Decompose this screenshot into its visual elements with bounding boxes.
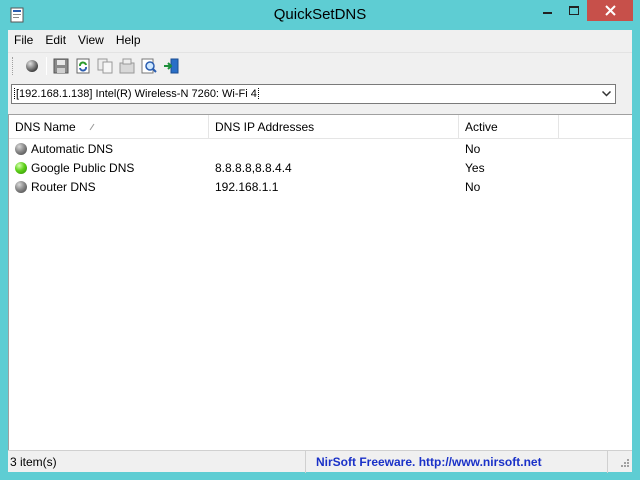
list-item[interactable]: Automatic DNS No [9, 140, 632, 159]
exit-button[interactable] [160, 55, 182, 77]
dropdown-button[interactable] [598, 85, 615, 103]
menu-bar: File Edit View Help [8, 30, 632, 50]
status-inactive-icon [15, 143, 27, 155]
dns-active: No [465, 180, 481, 194]
item-count: 3 item(s) [8, 451, 306, 473]
dns-name: Automatic DNS [31, 142, 114, 156]
app-window: QuickSetDNS File Edit View Help [192.168… [0, 0, 640, 480]
menu-edit[interactable]: Edit [39, 30, 72, 50]
adapter-label: [192.168.1.138] Intel(R) Wireless-N 7260… [14, 88, 259, 100]
list-header: DNS Name DNS IP Addresses Active [9, 115, 632, 139]
exit-icon [164, 58, 179, 73]
refresh-button[interactable] [72, 55, 94, 77]
toolbar [8, 52, 632, 78]
save-button[interactable] [50, 55, 72, 77]
client-area: File Edit View Help [192.168.1.138] Inte… [8, 30, 632, 473]
dns-active: No [465, 142, 481, 156]
maximize-button[interactable] [561, 0, 587, 21]
maximize-icon [569, 5, 579, 15]
set-dns-icon [26, 59, 38, 72]
dns-active: Yes [465, 161, 485, 175]
column-header-dns-name[interactable]: DNS Name [9, 115, 209, 139]
resize-grip-icon[interactable] [618, 458, 630, 470]
status-bar: 3 item(s) NirSoft Freeware. http://www.n… [8, 450, 632, 473]
column-header-active[interactable]: Active [459, 115, 559, 139]
dns-ip: 192.168.1.1 [215, 180, 279, 194]
find-button[interactable] [138, 55, 160, 77]
refresh-icon [76, 58, 90, 73]
sort-indicator-icon [89, 123, 95, 131]
menu-help[interactable]: Help [110, 30, 147, 50]
dns-name: Google Public DNS [31, 161, 135, 175]
list-item[interactable]: Router DNS 192.168.1.1 No [9, 178, 632, 197]
status-inactive-icon [15, 181, 27, 193]
status-active-icon [15, 162, 27, 174]
copy-button[interactable] [94, 55, 116, 77]
toolbar-grip[interactable] [12, 56, 15, 75]
title-bar[interactable]: QuickSetDNS [0, 0, 640, 30]
find-icon [141, 58, 157, 73]
network-adapter-select[interactable]: [192.168.1.138] Intel(R) Wireless-N 7260… [11, 84, 616, 104]
properties-button[interactable] [116, 55, 138, 77]
dns-list[interactable]: DNS Name DNS IP Addresses Active Automat… [8, 114, 632, 450]
list-item[interactable]: Google Public DNS 8.8.8.8,8.8.4.4 Yes [9, 159, 632, 178]
adapter-selected-value: [192.168.1.138] Intel(R) Wireless-N 7260… [12, 88, 598, 100]
menu-file[interactable]: File [8, 30, 39, 50]
set-dns-button[interactable] [21, 55, 43, 77]
chevron-down-icon [602, 91, 611, 97]
dns-ip: 8.8.8.8,8.8.4.4 [215, 161, 292, 175]
properties-icon [119, 58, 135, 73]
column-label: DNS Name [15, 120, 76, 134]
dns-name: Router DNS [31, 180, 96, 194]
nirsoft-link[interactable]: NirSoft Freeware. http://www.nirsoft.net [308, 451, 608, 473]
close-icon [604, 5, 616, 16]
copy-icon [97, 58, 113, 73]
save-icon [53, 58, 69, 73]
minimize-icon [542, 11, 552, 14]
close-button[interactable] [587, 0, 633, 21]
column-header-dns-ip[interactable]: DNS IP Addresses [209, 115, 459, 139]
menu-view[interactable]: View [72, 30, 110, 50]
minimize-button[interactable] [534, 0, 561, 21]
toolbar-separator [46, 56, 47, 75]
